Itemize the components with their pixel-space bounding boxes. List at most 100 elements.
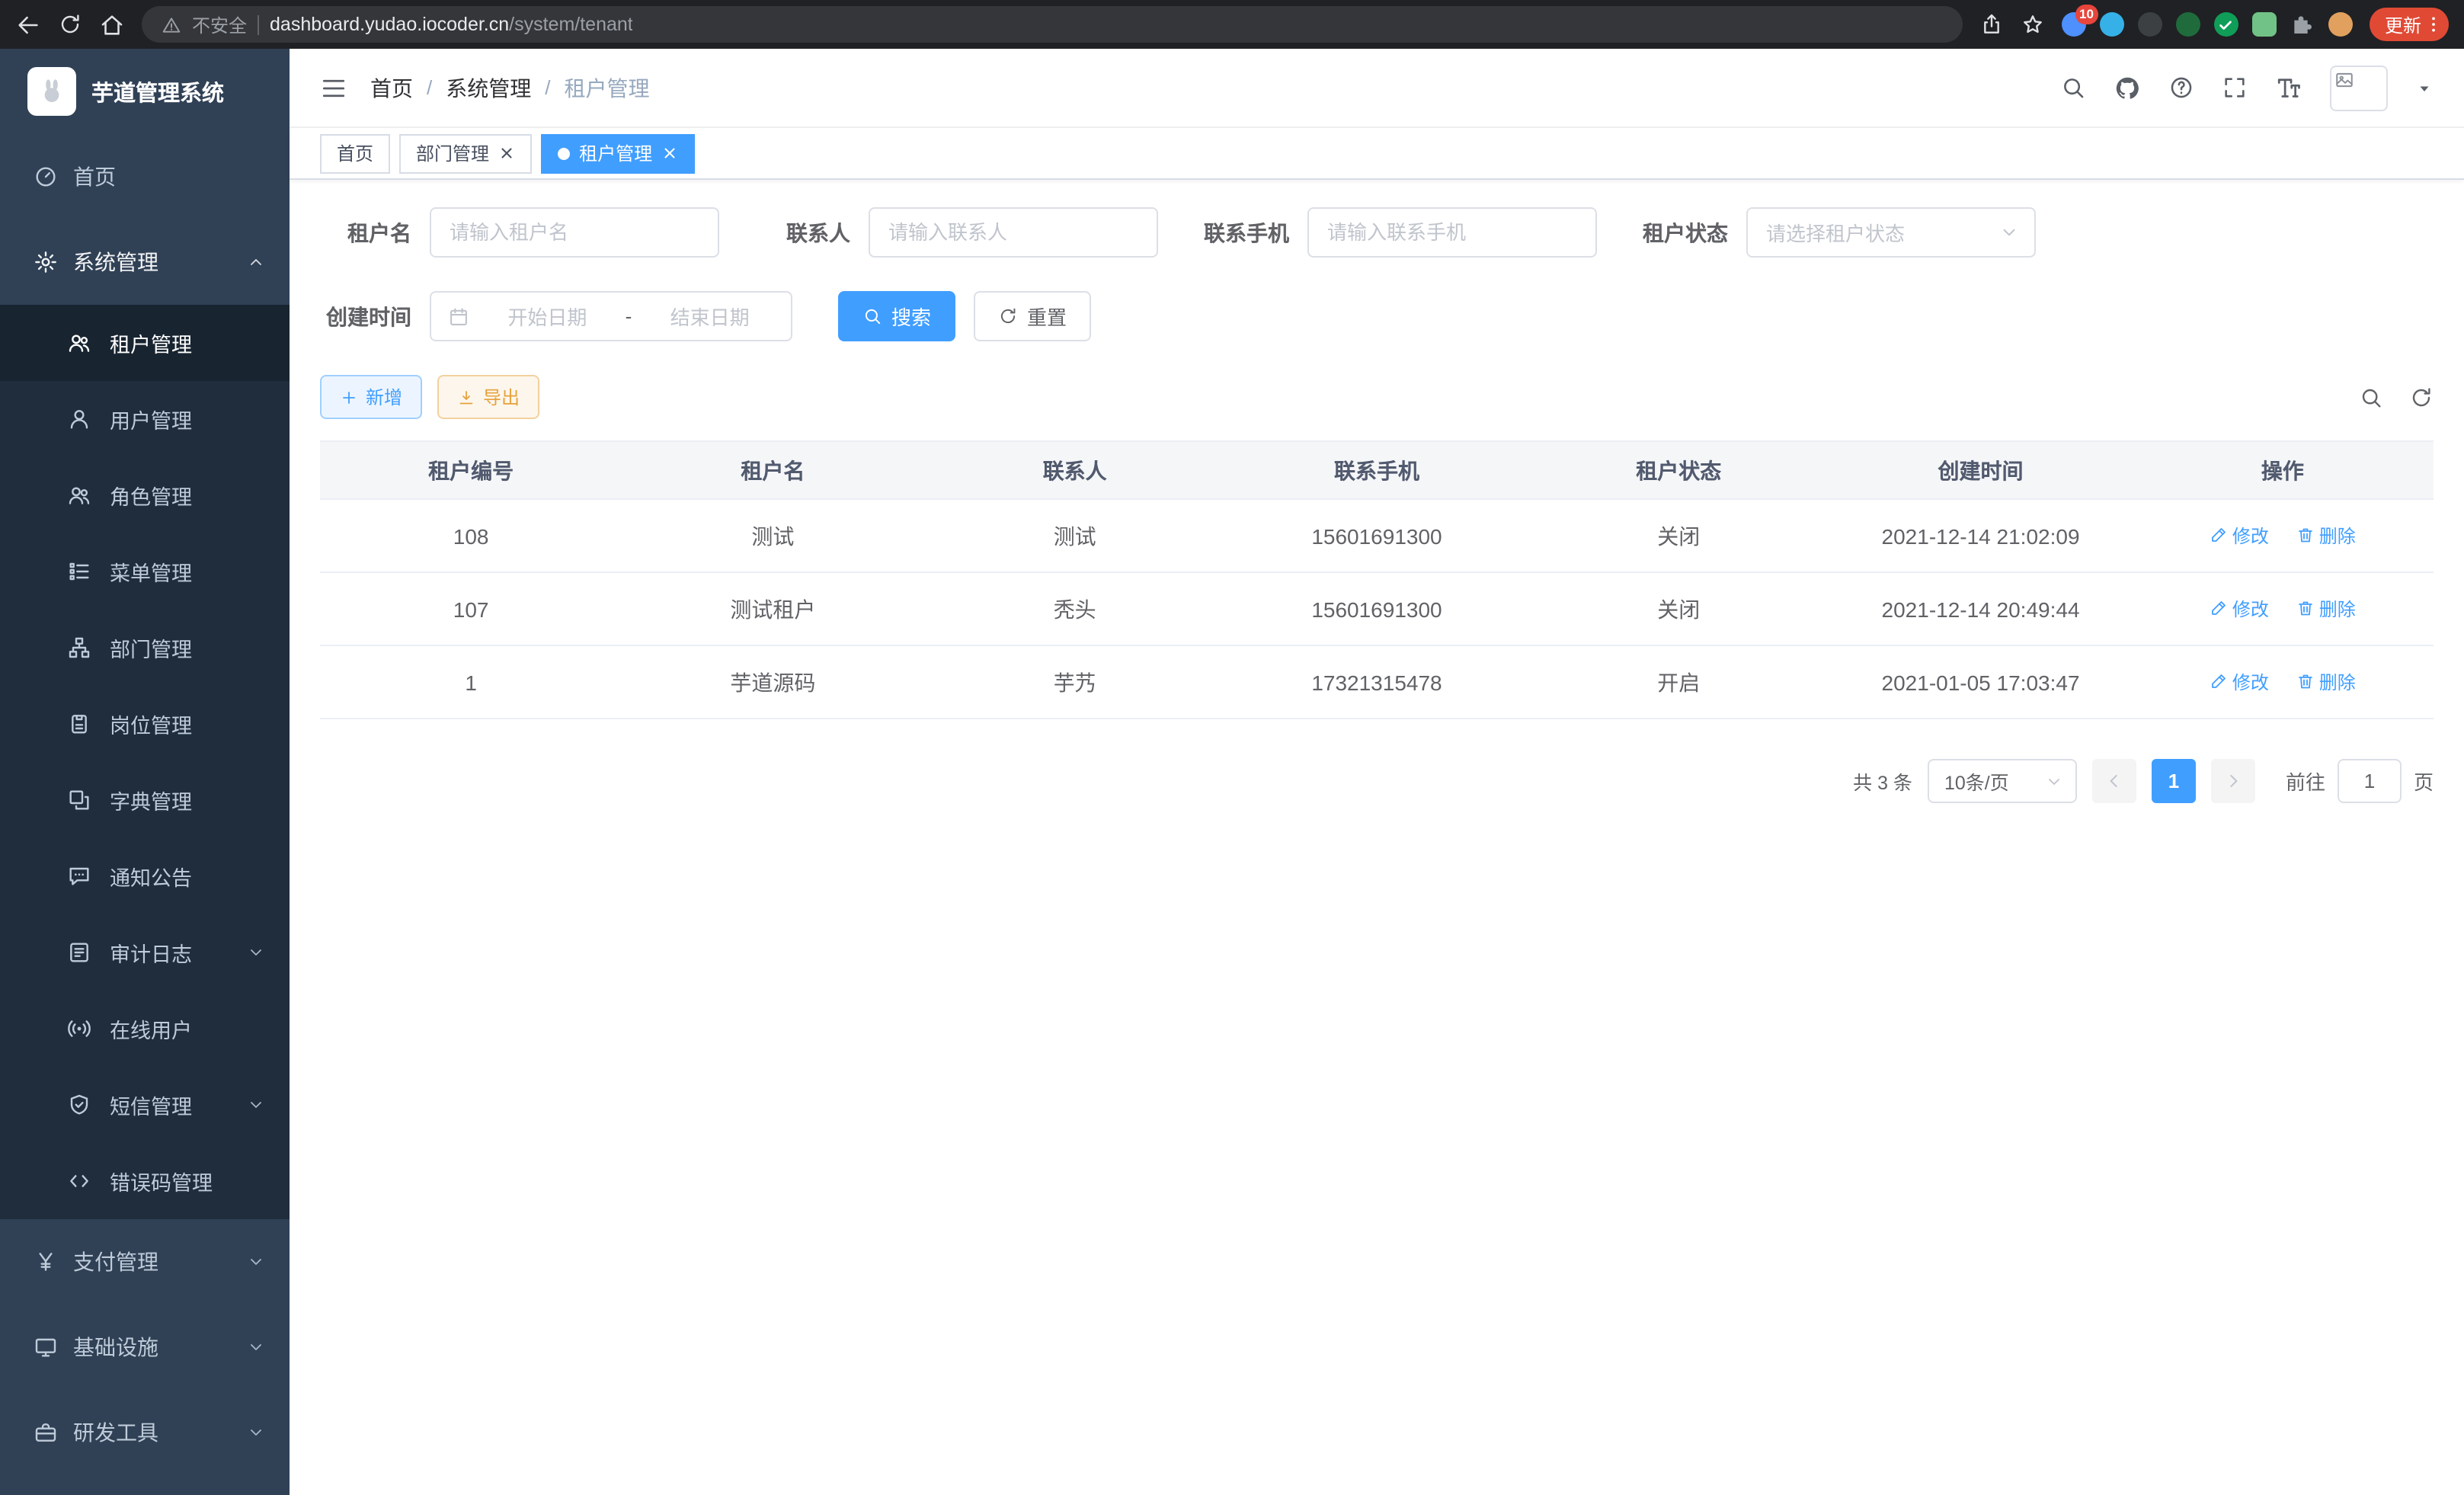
page-number-button[interactable]: 1 (2152, 759, 2196, 803)
sidebar-item-infra[interactable]: 基础设施 (0, 1305, 290, 1390)
contact-input[interactable] (869, 207, 1158, 258)
online-icon (67, 1016, 91, 1041)
chevron-down-icon (247, 1423, 265, 1442)
tenant-name-input[interactable] (430, 207, 719, 258)
extension-icon-2[interactable] (2100, 12, 2124, 37)
phone-input[interactable] (1307, 207, 1597, 258)
edit-button[interactable]: 修改 (2210, 596, 2269, 622)
profile-avatar[interactable] (2328, 12, 2353, 37)
hamburger-icon[interactable] (320, 74, 347, 101)
date-start-placeholder: 开始日期 (483, 302, 612, 331)
date-end-placeholder: 结束日期 (645, 302, 774, 331)
goto-label: 前往 (2286, 767, 2325, 796)
tab-dept[interactable]: 部门管理 (399, 133, 532, 173)
extensions-icon[interactable] (2290, 12, 2315, 37)
column-header: 操作 (2132, 441, 2434, 499)
sidebar-item-home[interactable]: 首页 (0, 134, 290, 219)
sidebar-item-audit-log[interactable]: 审计日志 (0, 914, 290, 991)
sidebar-item-sms[interactable]: 短信管理 (0, 1067, 290, 1143)
extension-icon-6[interactable] (2252, 12, 2277, 37)
logo-image (27, 67, 76, 116)
breadcrumb: 首页 / 系统管理 / 租户管理 (370, 72, 650, 103)
sidebar-item-online-user[interactable]: 在线用户 (0, 991, 290, 1067)
top-navbar: 首页 / 系统管理 / 租户管理 (290, 49, 2464, 128)
sidebar-item-error-code[interactable]: 错误码管理 (0, 1143, 290, 1219)
sidebar: 芋道管理系统 首页 系统管理 租户管理 用户管理 (0, 49, 290, 1495)
close-icon[interactable] (498, 145, 515, 162)
refresh-button[interactable] (2409, 385, 2434, 409)
export-button[interactable]: 导出 (437, 375, 539, 419)
chevron-down-icon (2045, 772, 2063, 790)
create-time-range[interactable]: 开始日期 - 结束日期 (430, 291, 792, 341)
sidebar-item-menu[interactable]: 菜单管理 (0, 533, 290, 610)
dict-icon (67, 788, 91, 812)
extension-icon-3[interactable] (2138, 12, 2162, 37)
page-size-select[interactable]: 10条/页 (1928, 759, 2077, 803)
bookmark-button[interactable] (2021, 12, 2045, 37)
back-button[interactable] (15, 11, 41, 37)
contact-label: 联系人 (759, 217, 850, 248)
avatar[interactable] (2330, 65, 2388, 110)
sidebar-item-post[interactable]: 岗位管理 (0, 686, 290, 762)
font-size-icon[interactable] (2275, 74, 2302, 101)
user-icon (67, 407, 91, 431)
sidebar-item-system[interactable]: 系统管理 (0, 219, 290, 305)
show-search-toggle[interactable] (2359, 385, 2383, 409)
sidebar-item-pay[interactable]: 支付管理 (0, 1219, 290, 1305)
url-bar[interactable]: 不安全 dashboard.yudao.iocoder.cn/system/te… (142, 6, 1963, 43)
extension-icon-4[interactable] (2176, 12, 2200, 37)
help-icon[interactable] (2168, 75, 2194, 101)
menu-icon (67, 559, 91, 584)
sidebar-item-dept[interactable]: 部门管理 (0, 610, 290, 686)
tab-tenant[interactable]: 租户管理 (541, 133, 695, 173)
table-row: 108 测试 测试 15601691300 关闭 2021-12-14 21:0… (320, 499, 2434, 572)
sidebar-item-dev-tool[interactable]: 研发工具 (0, 1390, 290, 1475)
share-button[interactable] (1979, 12, 2004, 37)
breadcrumb-home[interactable]: 首页 (370, 72, 413, 103)
sidebar-item-notice[interactable]: 通知公告 (0, 838, 290, 914)
tab-home[interactable]: 首页 (320, 133, 390, 173)
prev-page-button[interactable] (2092, 759, 2136, 803)
delete-icon (2296, 527, 2315, 545)
plus-icon (340, 388, 358, 406)
edit-button[interactable]: 修改 (2210, 669, 2269, 695)
phone-label: 联系手机 (1198, 217, 1289, 248)
caret-down-icon[interactable] (2415, 78, 2434, 97)
sidebar-item-role[interactable]: 角色管理 (0, 457, 290, 533)
update-label: 更新 (2385, 11, 2421, 37)
delete-button[interactable]: 删除 (2296, 523, 2356, 549)
github-icon[interactable] (2114, 74, 2141, 101)
fullscreen-icon[interactable] (2222, 75, 2248, 101)
search-icon[interactable] (2060, 75, 2086, 101)
extension-icon-5[interactable] (2214, 12, 2238, 37)
browser-home-button[interactable] (99, 11, 125, 37)
tenant-icon (67, 331, 91, 355)
tenant-table: 租户编号 租户名 联系人 联系手机 租户状态 创建时间 操作 108 测试 (320, 440, 2434, 719)
sidebar-menu: 首页 系统管理 租户管理 用户管理 角色管理 (0, 134, 290, 1475)
reload-button[interactable] (58, 12, 82, 37)
sidebar-item-user[interactable]: 用户管理 (0, 381, 290, 457)
browser-chrome: 不安全 dashboard.yudao.iocoder.cn/system/te… (0, 0, 2464, 49)
goto-page-input[interactable] (2338, 759, 2402, 803)
app-title: 芋道管理系统 (91, 75, 224, 107)
reset-button[interactable]: 重置 (974, 291, 1091, 341)
delete-button[interactable]: 删除 (2296, 596, 2356, 622)
search-button[interactable]: 搜索 (838, 291, 955, 341)
post-icon (67, 712, 91, 736)
sidebar-item-tenant[interactable]: 租户管理 (0, 305, 290, 381)
delete-button[interactable]: 删除 (2296, 669, 2356, 695)
log-icon (67, 940, 91, 965)
chevron-right-icon (2223, 771, 2243, 791)
close-icon[interactable] (661, 145, 678, 162)
add-button[interactable]: 新增 (320, 375, 422, 419)
extension-icon-1[interactable]: 10 (2062, 12, 2086, 37)
edit-button[interactable]: 修改 (2210, 523, 2269, 549)
breadcrumb-system[interactable]: 系统管理 (446, 72, 531, 103)
chevron-down-icon (247, 1253, 265, 1271)
tenant-status-select[interactable]: 请选择租户状态 (1746, 207, 2036, 258)
column-header: 联系手机 (1226, 441, 1528, 499)
next-page-button[interactable] (2211, 759, 2255, 803)
update-button[interactable]: 更新 (2370, 8, 2449, 41)
calendar-icon (448, 306, 469, 327)
sidebar-item-dict[interactable]: 字典管理 (0, 762, 290, 838)
